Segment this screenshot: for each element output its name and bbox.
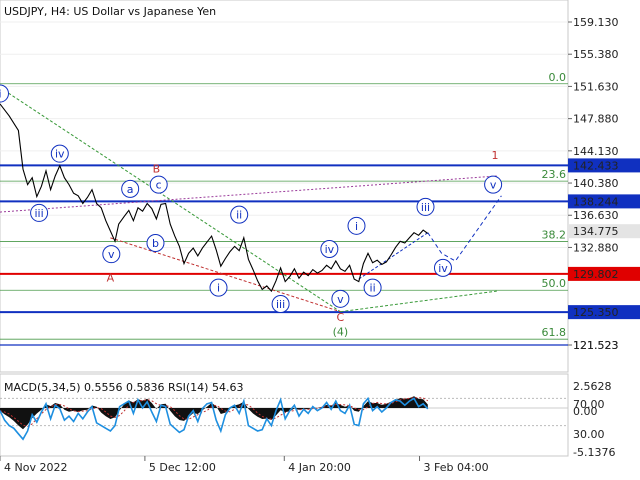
y-tick-label: 136.630 — [573, 209, 619, 222]
wave-label: i — [0, 88, 2, 101]
wave-label: iv — [438, 262, 448, 275]
wave-label: c — [156, 179, 162, 192]
wave-label: iii — [276, 298, 285, 311]
fib-label: 38.2 — [542, 228, 567, 241]
chart-window: 0.023.638.250.061.8 iiviiivAaBcbiiiiiiiv… — [0, 0, 640, 480]
y-tick-label: 144.130 — [573, 145, 619, 158]
wave-label: v — [337, 293, 344, 306]
wave-label: iv — [55, 148, 65, 161]
y-tick-label: 159.130 — [573, 16, 619, 29]
y-tick-label: 132.880 — [573, 241, 619, 254]
wave-label: iv — [325, 243, 335, 256]
wave-label: b — [152, 237, 159, 250]
wave-label: A — [107, 271, 115, 284]
y-tick-label: 151.630 — [573, 80, 619, 93]
chart-svg: 0.023.638.250.061.8 iiviiivAaBcbiiiiiiiv… — [0, 0, 640, 480]
x-tick-label: 4 Nov 2022 — [4, 461, 67, 474]
indicator-tick-label: -5.1376 — [573, 446, 615, 459]
price-plot-area — [0, 0, 569, 373]
x-tick-label: 3 Feb 04:00 — [424, 461, 489, 474]
price-box-label: 142.433 — [573, 159, 619, 172]
wave-label: 1 — [491, 149, 498, 162]
x-tick-label: 4 Jan 20:00 — [288, 461, 351, 474]
wave-label: C — [337, 311, 345, 324]
indicator-tick-label: 30.00 — [573, 428, 605, 441]
wave-label: v — [108, 248, 115, 261]
wave-label: (4) — [333, 325, 349, 338]
wave-label: a — [127, 183, 134, 196]
wave-label: B — [153, 162, 161, 175]
price-box-label: 134.775 — [573, 225, 619, 238]
wave-label: i — [217, 282, 220, 295]
fib-label: 50.0 — [542, 277, 567, 290]
wave-label: ii — [236, 209, 242, 222]
price-box-label: 129.802 — [573, 268, 619, 281]
y-tick-label: 147.880 — [573, 113, 619, 126]
wave-label: iii — [35, 207, 44, 220]
price-box-label: 125.350 — [573, 306, 619, 319]
indicator-tick-label: 0.00 — [573, 405, 598, 418]
indicator-tick-label: 2.5628 — [573, 380, 612, 393]
y-tick-label: 140.380 — [573, 177, 619, 190]
price-box-label: 138.244 — [573, 195, 619, 208]
wave-label: v — [490, 179, 497, 192]
wave-label: iii — [421, 201, 430, 214]
indicator-title: MACD(5,34,5) 0.5556 0.5836 RSI(14) 54.63 — [4, 381, 243, 394]
wave-label: ii — [370, 282, 376, 295]
fib-label: 23.6 — [542, 168, 567, 181]
fib-label: 0.0 — [549, 71, 567, 84]
y-tick-label: 155.380 — [573, 48, 619, 61]
chart-title: USDJPY, H4: US Dollar vs Japanese Yen — [4, 5, 216, 18]
fib-label: 61.8 — [542, 326, 567, 339]
x-tick-label: 5 Dec 12:00 — [149, 461, 216, 474]
wave-label: i — [355, 220, 358, 233]
price-box-label: 121.523 — [573, 339, 619, 352]
